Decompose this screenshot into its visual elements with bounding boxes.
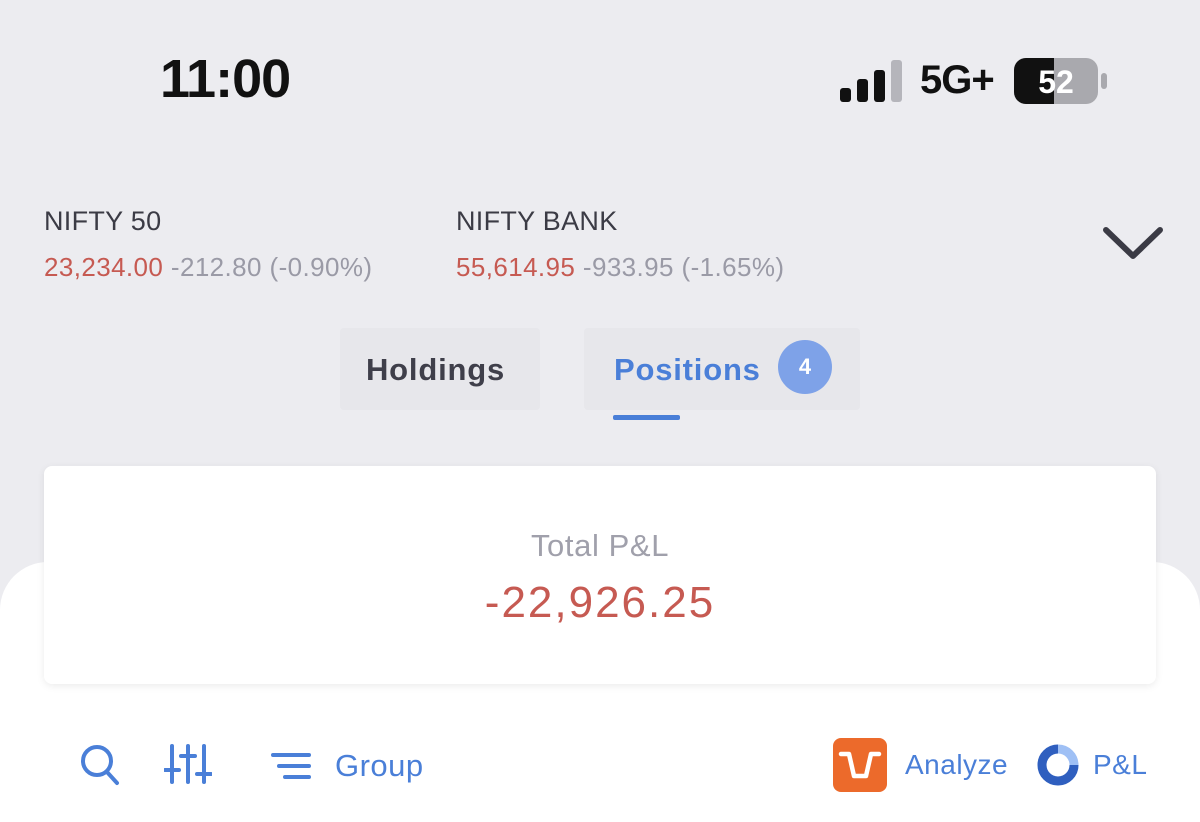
tab-holdings-label[interactable]: Holdings [366, 352, 505, 388]
active-tab-indicator [613, 415, 680, 420]
tab-positions-label[interactable]: Positions [614, 352, 761, 388]
total-pnl-value: -22,926.25 [484, 578, 716, 627]
total-pnl-label: Total P&L [530, 528, 670, 563]
index-quote-nifty-bank: 55,614.95 -933.95 (-1.65%) [456, 252, 784, 283]
group-button[interactable]: Group [335, 748, 424, 784]
cellular-signal-icon [840, 60, 902, 102]
battery-percentage: 52 [1038, 64, 1074, 100]
index-name-nifty-bank: NIFTY BANK [456, 206, 618, 236]
chevron-down-icon[interactable] [1100, 222, 1166, 262]
battery-icon: 52 [1014, 58, 1107, 104]
index-change: -933.95 (-1.65%) [582, 252, 785, 282]
analyze-icon[interactable] [833, 738, 887, 792]
index-quote-nifty-50: 23,234.00 -212.80 (-0.90%) [44, 252, 372, 283]
index-name-nifty-50: NIFTY 50 [44, 206, 162, 236]
group-list-icon[interactable] [271, 752, 311, 780]
total-pnl-card [44, 466, 1156, 684]
status-time: 11:00 [160, 49, 291, 109]
pnl-ring-icon[interactable] [1036, 743, 1080, 787]
search-icon[interactable] [80, 744, 120, 786]
analyze-button[interactable]: Analyze [905, 749, 1008, 781]
index-change: -212.80 (-0.90%) [170, 252, 373, 282]
filter-sliders-icon[interactable] [164, 744, 212, 784]
pnl-button[interactable]: P&L [1093, 749, 1147, 781]
index-value: 55,614.95 [456, 252, 576, 282]
index-value: 23,234.00 [44, 252, 164, 282]
positions-count-badge: 4 [778, 340, 832, 394]
network-type-label: 5G+ [920, 58, 995, 102]
